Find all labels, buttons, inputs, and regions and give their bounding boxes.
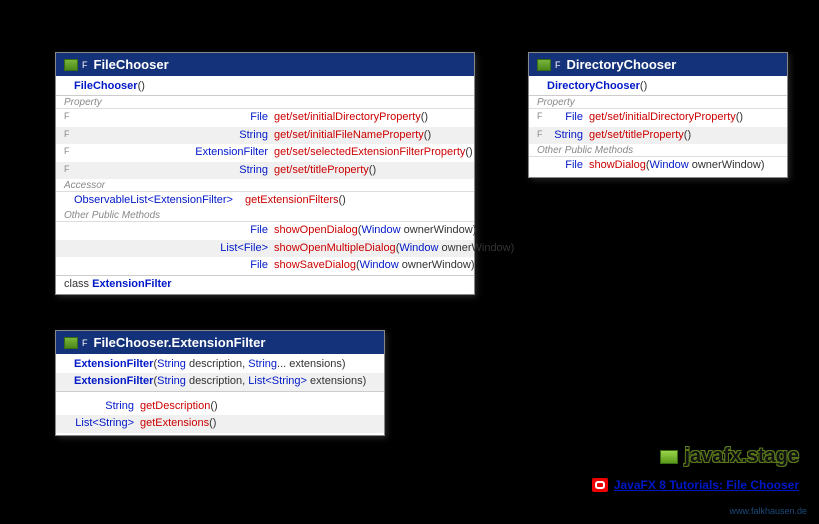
return-type: File [547,158,589,173]
constructor-name: FileChooser [74,79,138,94]
constructor-row: DirectoryChooser () [529,78,787,95]
method-row: List<File> showOpenMultipleDialog (Windo… [56,240,474,257]
class-header: F DirectoryChooser [529,53,787,76]
section-accessor: Accessor [56,179,474,192]
method-row: List<String> getExtensions () [56,415,384,432]
class-extensionfilter: F FileChooser.ExtensionFilter ExtensionF… [55,330,385,436]
return-type: String [547,128,589,143]
constructor-row: ExtensionFilter (String description, Str… [56,356,384,373]
final-marker: F [64,145,74,160]
class-title: DirectoryChooser [567,57,677,72]
method-name: get/set/initialFileNameProperty [274,128,424,143]
final-marker: F [64,110,74,125]
final-marker: F [555,60,561,70]
package-icon [660,450,678,464]
final-marker: F [64,128,74,143]
final-marker: F [64,163,74,178]
class-icon [64,59,78,71]
return-type: String [74,399,140,414]
class-keyword: class [64,278,92,290]
tutorial-link-row: JavaFX 8 Tutorials: File Chooser [592,478,799,492]
class-header: F FileChooser [56,53,474,76]
return-type: File [74,110,274,125]
method-name: getExtensionFilters [245,193,339,208]
section-other: Other Public Methods [56,209,474,222]
credit-text: www.falkhausen.de [729,506,807,516]
class-body: ExtensionFilter (String description, Str… [56,354,384,435]
property-row: F File get/set/initialDirectoryProperty … [529,109,787,126]
accessor-row: ObservableList<ExtensionFilter> getExten… [56,192,474,209]
section-property: Property [529,96,787,109]
return-type: ExtensionFilter [74,145,274,160]
property-row: F String get/set/initialFileNameProperty… [56,127,474,144]
method-row: File showDialog (Window ownerWindow) [529,157,787,174]
return-type: ObservableList<ExtensionFilter> [74,193,239,208]
method-row: File showOpenDialog (Window ownerWindow) [56,222,474,239]
method-name: get/set/initialDirectoryProperty [274,110,421,125]
method-row: String getDescription () [56,398,384,415]
method-name: getDescription [140,399,210,414]
class-title: FileChooser [94,57,169,72]
final-marker: F [82,60,88,70]
oracle-icon [592,478,608,492]
property-row: F File get/set/initialDirectoryProperty … [56,109,474,126]
return-type: String [74,163,274,178]
return-type: File [74,223,274,238]
method-name: get/set/titleProperty [589,128,684,143]
method-name: showOpenDialog [274,223,358,238]
property-row: F String get/set/titleProperty () [529,127,787,144]
package-name: javafx.stage [684,445,799,468]
inner-class-name: ExtensionFilter [92,278,171,290]
method-name: get/set/selectedExtensionFilterProperty [274,145,465,160]
class-icon [64,337,78,349]
method-name: get/set/initialDirectoryProperty [589,110,736,125]
class-body: DirectoryChooser () Property F File get/… [529,76,787,177]
section-other: Other Public Methods [529,144,787,157]
constructor-name: ExtensionFilter [74,357,153,372]
method-name: showDialog [589,158,646,173]
class-directorychooser: F DirectoryChooser DirectoryChooser () P… [528,52,788,178]
method-row: File showSaveDialog (Window ownerWindow) [56,257,474,274]
class-header: F FileChooser.ExtensionFilter [56,331,384,354]
final-marker: F [82,338,88,348]
class-body: FileChooser () Property F File get/set/i… [56,76,474,294]
property-row: F ExtensionFilter get/set/selectedExtens… [56,144,474,161]
constructor-name: DirectoryChooser [547,79,640,94]
final-marker: F [537,128,547,143]
class-title: FileChooser.ExtensionFilter [94,335,266,350]
section-property: Property [56,96,474,109]
property-row: F String get/set/titleProperty () [56,162,474,179]
return-type: File [74,258,274,273]
constructor-name: ExtensionFilter [74,374,153,389]
method-name: get/set/titleProperty [274,163,369,178]
class-filechooser: F FileChooser FileChooser () Property F … [55,52,475,295]
constructor-row: FileChooser () [56,78,474,95]
constructor-params: () [138,79,145,94]
return-type: File [547,110,589,125]
return-type: List<File> [74,241,274,256]
method-name: showSaveDialog [274,258,356,273]
package-title: javafx.stage [592,445,799,468]
return-type: List<String> [74,416,140,431]
class-icon [537,59,551,71]
constructor-row: ExtensionFilter (String description, Lis… [56,373,384,390]
return-type: String [74,128,274,143]
tutorial-link[interactable]: JavaFX 8 Tutorials: File Chooser [614,478,799,492]
final-marker: F [537,110,547,125]
inner-class-row: class ExtensionFilter [56,276,474,292]
method-name: getExtensions [140,416,209,431]
method-name: showOpenMultipleDialog [274,241,396,256]
footer: javafx.stage JavaFX 8 Tutorials: File Ch… [592,445,799,492]
